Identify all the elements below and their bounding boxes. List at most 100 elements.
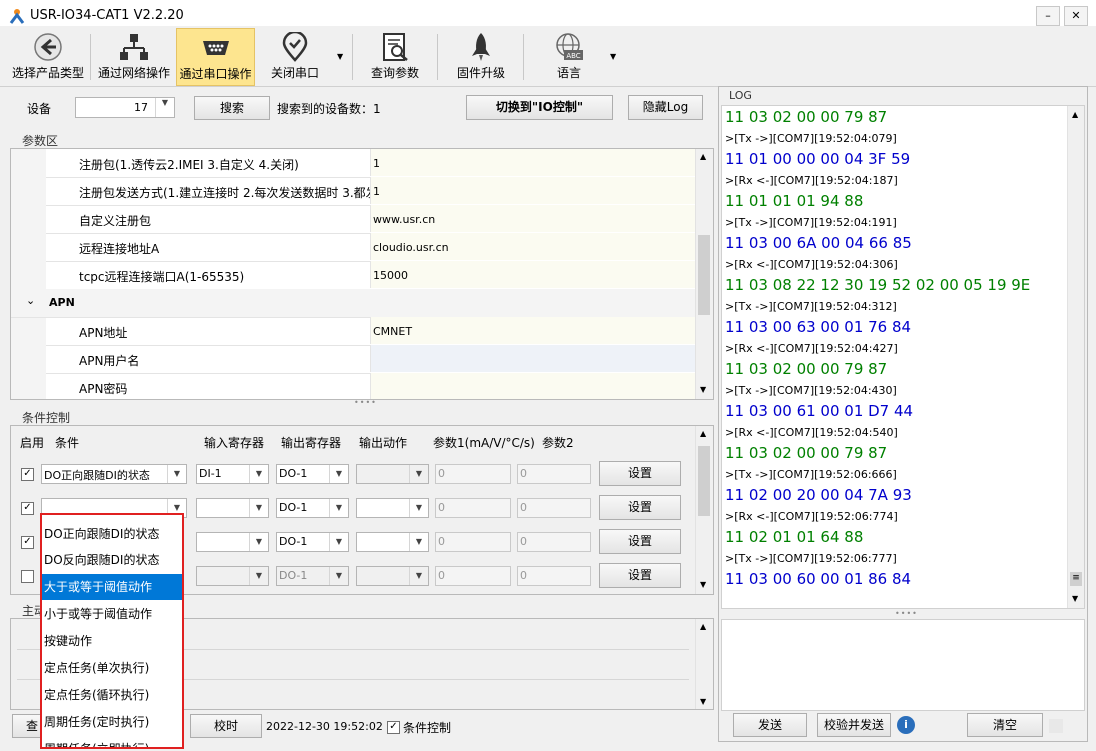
language-button[interactable]: ABC 语言 (535, 28, 603, 84)
dropdown-option[interactable]: 小于或等于阈值动作 (42, 601, 182, 627)
splitter-grip-icon[interactable]: •••• (354, 398, 377, 407)
log-hex-line: 11 03 02 00 00 79 87 (725, 108, 888, 126)
firmware-upgrade-button[interactable]: 固件升级 (446, 28, 516, 84)
param-row[interactable]: APN地址 CMNET (46, 317, 695, 346)
param-row[interactable]: 自定义注册包 www.usr.cn (46, 205, 695, 234)
scrollbar-thumb[interactable]: ≡ (1070, 572, 1082, 586)
param-row[interactable]: APN用户名 (46, 345, 695, 374)
enable-checkbox[interactable]: ✓ (21, 536, 34, 549)
toolbar-divider (352, 34, 353, 80)
query-params-button[interactable]: 查询参数 (360, 28, 430, 84)
sync-time-button[interactable]: 校时 (190, 714, 262, 738)
param-value-cell[interactable]: cloudio.usr.cn (370, 233, 695, 260)
dropdown-option[interactable]: DO正向跟随DI的状态 (42, 521, 182, 547)
set-button[interactable]: 设置 (599, 563, 681, 588)
enable-checkbox[interactable]: ✓ (21, 468, 34, 481)
param-value-cell[interactable] (370, 345, 695, 372)
log-meta-line: >[Rx <-][COM7][19:52:04:540] (725, 426, 898, 439)
verify-and-send-button[interactable]: 校验并发送 (817, 713, 891, 737)
param-row[interactable]: 远程连接地址A cloudio.usr.cn (46, 233, 695, 262)
enable-checkbox[interactable] (21, 570, 34, 583)
params-scrollbar[interactable]: ▲ ▼ (695, 149, 713, 399)
network-operation-button[interactable]: 通过网络操作 (94, 28, 174, 84)
toolbar-label: 查询参数 (370, 66, 419, 80)
conditions-scrollbar[interactable]: ▲ ▼ (695, 426, 713, 594)
toolbar-label: 语言 (556, 66, 581, 80)
collapse-chevron-icon[interactable]: ⌄ (26, 294, 35, 307)
scroll-up-icon[interactable]: ▲ (700, 622, 706, 631)
scroll-up-icon[interactable]: ▲ (700, 152, 706, 161)
scroll-down-icon[interactable]: ▼ (1072, 594, 1078, 603)
param-row[interactable]: tcpc远程连接端口A(1-65535) 15000 (46, 261, 695, 290)
input-register-select[interactable]: ▼ (196, 532, 269, 552)
scroll-up-icon[interactable]: ▲ (1072, 110, 1078, 119)
chevron-down-icon[interactable]: ▼ (610, 52, 616, 61)
svg-text:ABC: ABC (566, 52, 580, 60)
dropdown-option[interactable]: 定点任务(循环执行) (42, 682, 182, 708)
input-register-select: ▼ (196, 566, 269, 586)
splitter-grip-icon[interactable]: •••• (895, 609, 918, 618)
dropdown-option[interactable]: DO反向跟随DI的状态 (42, 547, 182, 573)
condition-control-checkbox[interactable]: ✓ (387, 721, 400, 734)
output-register-select[interactable]: DO-1 ▼ (276, 498, 349, 518)
serial-operation-button[interactable]: 通过串口操作 (176, 28, 255, 86)
info-icon[interactable]: i (897, 716, 915, 734)
output-action-select: ▼ (356, 566, 429, 586)
dropdown-option[interactable]: 定点任务(单次执行) (42, 655, 182, 681)
send-button[interactable]: 发送 (733, 713, 807, 737)
param-value-cell[interactable]: CMNET (370, 317, 695, 344)
param-key: 远程连接地址A (79, 242, 160, 256)
output-register-select[interactable]: DO-1 ▼ (276, 464, 349, 484)
set-button[interactable]: 设置 (599, 529, 681, 554)
param-row[interactable]: 注册包发送方式(1.建立连接时 2.每次发送数据时 3.都发 1 (46, 177, 695, 206)
apn-group-header[interactable]: ⌄ APN (11, 289, 695, 318)
chevron-down-icon[interactable]: ▼ (337, 52, 343, 61)
send-input[interactable] (721, 619, 1085, 711)
param-row[interactable]: APN密码 (46, 373, 695, 399)
scroll-down-icon[interactable]: ▼ (700, 385, 706, 394)
scrollbar-thumb[interactable] (698, 446, 710, 516)
location-check-icon (282, 32, 308, 62)
active-report-scrollbar[interactable]: ▲ ▼ (695, 619, 713, 709)
scroll-down-icon[interactable]: ▼ (700, 697, 706, 706)
param-key: APN密码 (79, 382, 128, 396)
enable-checkbox[interactable]: ✓ (21, 502, 34, 515)
scroll-up-icon[interactable]: ▲ (700, 429, 706, 438)
log-output[interactable]: 11 03 02 00 00 79 87 >[Tx ->][COM7][19:52… (721, 105, 1085, 609)
dropdown-option[interactable]: 周期任务(定时执行) (42, 709, 182, 735)
dropdown-option[interactable]: 按键动作 (42, 628, 182, 654)
scrollbar-thumb[interactable] (698, 235, 710, 315)
hide-log-button[interactable]: 隐藏Log (628, 95, 703, 120)
log-scrollbar[interactable]: ▲ ≡ ▼ (1067, 106, 1084, 608)
param-value-cell[interactable]: www.usr.cn (370, 205, 695, 232)
log-panel: LOG 11 03 02 00 00 79 87 >[Tx ->][COM7][1… (718, 86, 1088, 742)
output-action-select[interactable]: ▼ (356, 498, 429, 518)
log-hex-line: 11 03 02 00 00 79 87 (725, 444, 888, 462)
close-button[interactable]: ✕ (1064, 6, 1088, 26)
switch-to-io-control-button[interactable]: 切换到"IO控制" (466, 95, 613, 120)
output-register-select[interactable]: DO-1 ▼ (276, 532, 349, 552)
param-value-cell[interactable]: 1 (370, 177, 695, 204)
clear-button[interactable]: 清空 (967, 713, 1043, 737)
toggle-square[interactable] (1049, 719, 1063, 733)
minimize-button[interactable]: – (1036, 6, 1060, 26)
header-output-action: 输出动作 (359, 436, 408, 450)
condition-dropdown-list[interactable]: DO正向跟随DI的状态 DO反向跟随DI的状态 大于或等于阈值动作 小于或等于阈… (40, 513, 184, 749)
search-button[interactable]: 搜索 (194, 96, 270, 120)
device-select[interactable]: 17 ▼ (75, 97, 175, 118)
input-register-select[interactable]: DI-1 ▼ (196, 464, 269, 484)
set-button[interactable]: 设置 (599, 461, 681, 486)
dropdown-option[interactable]: 周期任务(立即执行) (42, 736, 182, 747)
output-action-select[interactable]: ▼ (356, 532, 429, 552)
dropdown-option-selected[interactable]: 大于或等于阈值动作 (42, 574, 182, 600)
input-register-select[interactable]: ▼ (196, 498, 269, 518)
param-row[interactable]: 注册包(1.透传云2.IMEI 3.自定义 4.关闭) 1 (46, 149, 695, 178)
param-value-cell[interactable] (370, 373, 695, 399)
set-button[interactable]: 设置 (599, 495, 681, 520)
scroll-down-icon[interactable]: ▼ (700, 580, 706, 589)
select-product-type-button[interactable]: 选择产品类型 (8, 28, 88, 84)
param-value-cell[interactable]: 1 (370, 149, 695, 176)
condition-select[interactable]: DO正向跟随DI的状态 ▼ (41, 464, 187, 484)
param-value-cell[interactable]: 15000 (370, 261, 695, 288)
close-serial-button[interactable]: 关闭串口 (258, 28, 332, 84)
